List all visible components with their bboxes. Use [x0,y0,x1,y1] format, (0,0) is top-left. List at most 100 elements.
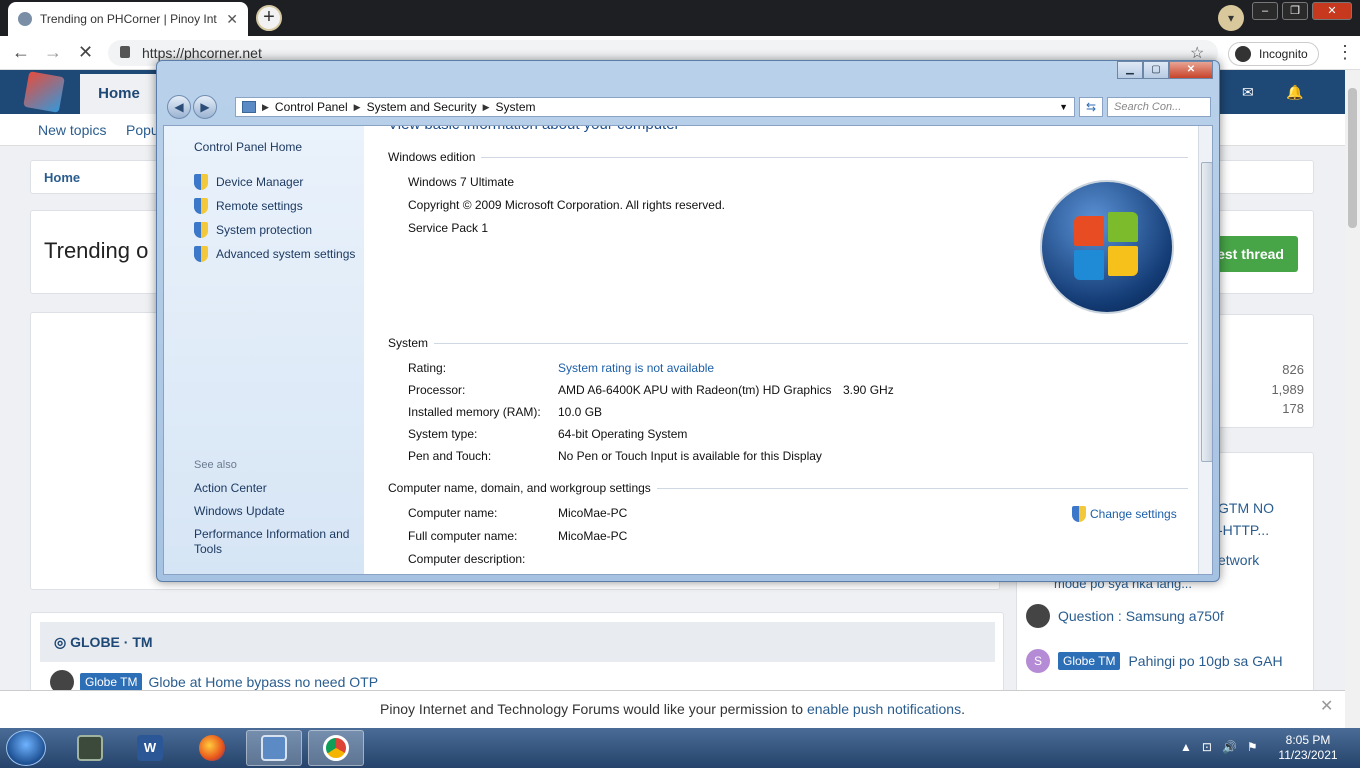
tab-title: Trending on PHCorner | Pinoy Int [40,12,217,26]
maximize-icon[interactable]: ▢ [1143,61,1169,79]
breadcrumb-system[interactable]: System [496,98,536,116]
scrollbar-thumb[interactable] [1201,162,1212,462]
address-bar[interactable]: ▶ Control Panel ▶ System and Security ▶ … [235,97,1075,117]
back-icon[interactable]: ◀ [167,95,191,119]
forward-icon[interactable]: ▶ [193,95,217,119]
control-panel-home-link[interactable]: Control Panel Home [194,140,302,154]
avatar: S [1026,649,1050,673]
stop-loading-icon[interactable]: ✕ [78,42,93,63]
page-scrollbar-thumb[interactable] [1348,88,1357,228]
close-window-icon[interactable]: ✕ [1312,2,1352,20]
side-item-text[interactable]: -HTTP... [1218,522,1269,538]
prefix-badge: Globe TM [80,673,143,691]
close-tab-icon[interactable]: ✕ [226,11,238,28]
back-icon[interactable]: ← [12,42,30,63]
divider [434,342,1188,344]
list-item[interactable]: S Globe TM Pahingi po 10gb sa GAH [1026,649,1283,673]
advanced-settings-link[interactable]: Advanced system settings [194,246,355,262]
subnav-new-topics[interactable]: New topics [38,122,106,138]
thread-title[interactable]: Globe at Home bypass no need OTP [148,674,378,690]
processor-speed: 3.90 GHz [843,383,894,397]
rating-link[interactable]: System rating is not available [558,361,714,375]
show-hidden-icons-icon[interactable]: ▲ [1180,740,1192,754]
minimize-icon[interactable]: – [1252,2,1278,20]
window-controls: ▁ ▢ ✕ [1117,61,1213,79]
list-item-title[interactable]: Question : Samsung a750f [1058,608,1224,624]
processor-value: AMD A6-6400K APU with Radeon(tm) HD Grap… [558,383,832,397]
link-label: Advanced system settings [216,247,356,261]
side-item-text[interactable]: etwork [1218,552,1259,568]
close-icon[interactable]: ✕ [1169,61,1213,79]
enable-push-link[interactable]: enable push notifications [807,701,961,717]
task-pane: Control Panel Home Device Manager Remote… [164,126,364,574]
taskbar-firefox[interactable] [184,730,240,766]
site-logo-icon[interactable] [23,71,65,113]
chevron-down-icon[interactable]: ▼ [1059,98,1068,116]
word-icon: W [137,735,163,761]
network-icon[interactable]: ⊡ [1202,740,1212,754]
taskbar-control-panel[interactable] [246,730,302,766]
breadcrumb-control-panel[interactable]: Control Panel [275,98,348,116]
side-item-text[interactable]: GTM NO [1218,500,1274,516]
change-settings-link[interactable]: Change settings [1072,506,1177,522]
list-item[interactable]: Question : Samsung a750f [1026,604,1224,628]
clock[interactable]: 8:05 PM 11/23/2021 [1270,733,1346,763]
mail-icon[interactable]: ✉ [1242,84,1254,101]
content-scrollbar[interactable] [1198,126,1212,574]
system-tray: ▲ ⊡ 🔊 ⚑ [1180,740,1258,754]
volume-icon[interactable]: 🔊 [1222,740,1237,754]
chrome-icon [323,735,349,761]
processor-label: Processor: [408,383,466,397]
clock-date: 11/23/2021 [1278,748,1338,762]
link-label: System protection [216,223,313,237]
subnav-popular[interactable]: Popu [126,122,159,138]
uac-shield-icon [194,174,208,190]
uac-shield-icon [194,246,208,262]
section-header[interactable]: ◎ GLOBE · TM [40,622,995,662]
taskbar-word[interactable]: W [122,730,178,766]
maximize-icon[interactable]: ❐ [1282,2,1308,20]
copyright-text: Copyright © 2009 Microsoft Corporation. … [408,198,725,212]
taskbar-chrome[interactable] [308,730,364,766]
incognito-badge[interactable]: Incognito [1228,42,1319,66]
browser-tab[interactable]: Trending on PHCorner | Pinoy Int ✕ [8,2,248,36]
forward-icon[interactable]: → [44,42,62,63]
description-label: Computer description: [408,552,526,566]
browser-menu-icon[interactable]: ⋮ [1336,42,1354,63]
flag-red [1074,216,1104,246]
ram-value: 10.0 GB [558,405,603,419]
refresh-button[interactable]: ⇆ [1079,97,1103,117]
breadcrumb-separator-icon[interactable]: ▶ [483,98,490,116]
system-type-value: 64-bit Operating System [558,427,688,441]
new-tab-button[interactable]: + [256,5,282,31]
search-input[interactable]: Search Con... [1107,97,1211,117]
breadcrumb-separator-icon[interactable]: ▶ [354,98,361,116]
system-protection-link[interactable]: System protection [194,222,312,238]
taskbar-task-manager[interactable] [62,730,118,766]
action-center-link[interactable]: Action Center [194,481,267,495]
list-item-title[interactable]: Pahingi po 10gb sa GAH [1128,653,1282,669]
divider [481,156,1188,158]
nav-home-tab[interactable]: Home [80,74,158,114]
action-center-flag-icon[interactable]: ⚑ [1247,740,1258,754]
divider [656,487,1188,489]
windows-update-link[interactable]: Windows Update [194,504,285,518]
close-banner-icon[interactable]: ✕ [1320,696,1333,716]
page-scrollbar[interactable] [1345,70,1360,730]
start-button[interactable] [6,730,46,766]
system-info-pane: View basic information about your comput… [364,126,1199,574]
performance-info-link[interactable]: Performance Information and Tools [194,527,359,557]
section-title: GLOBE · TM [70,634,153,650]
device-manager-link[interactable]: Device Manager [194,174,303,190]
breadcrumb[interactable]: Home [44,170,80,185]
breadcrumb-system-security[interactable]: System and Security [367,98,477,116]
breadcrumb-separator-icon[interactable]: ▶ [262,98,269,116]
section-header: System [388,336,1188,350]
remote-settings-link[interactable]: Remote settings [194,198,303,214]
profile-menu-icon[interactable]: ▾ [1218,5,1244,31]
lock-icon[interactable] [120,46,130,58]
section-header: Windows edition [388,150,1188,164]
bell-icon[interactable]: 🔔 [1286,84,1303,101]
service-pack: Service Pack 1 [408,221,489,235]
minimize-icon[interactable]: ▁ [1117,61,1143,79]
